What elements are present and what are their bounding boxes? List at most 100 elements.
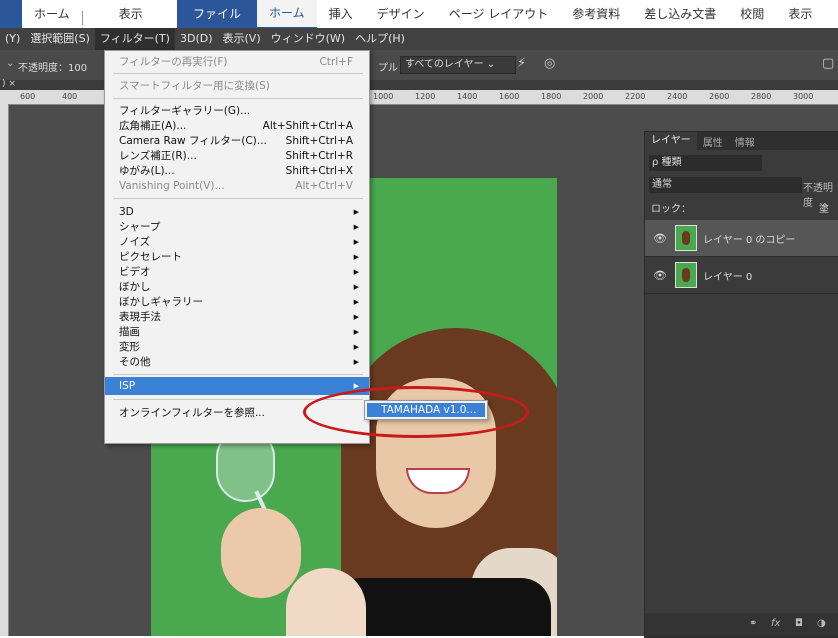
menu-item-liquify[interactable]: ゆがみ(L)... Shift+Ctrl+X (105, 165, 369, 178)
menu-item-vanishing-point[interactable]: Vanishing Point(V)... Alt+Ctrl+V (105, 180, 369, 193)
ribbon-tab-insert[interactable]: 挿入 (317, 0, 365, 28)
menu-item-sharpen[interactable]: シャープ ▶ (105, 221, 369, 234)
blend-mode-select[interactable]: 通常 (649, 177, 802, 193)
brush-icon[interactable]: ⚡ (517, 56, 526, 71)
ribbon-tab-home[interactable]: ホーム (22, 0, 82, 28)
menu-item-label: その他 (119, 356, 151, 368)
menu-item-camera-raw[interactable]: Camera Raw フィルター(C)... Shift+Ctrl+A (105, 135, 369, 148)
menu-item-distort[interactable]: 変形 ▶ (105, 341, 369, 354)
menu-item-label: フィルターギャラリー(G)... (119, 105, 251, 117)
layer-thumbnail (675, 225, 697, 251)
menu-item-label: 3D (119, 206, 134, 218)
ribbon-tab-review[interactable]: 校閲 (728, 0, 776, 28)
menu-separator (113, 374, 363, 375)
adjustment-icon[interactable]: ◑ (817, 618, 826, 629)
mask-icon[interactable]: ◘ (795, 618, 803, 629)
ruler-tick: 1400 (457, 92, 478, 101)
ruler-tick: 600 (20, 92, 36, 101)
photo-hand (221, 508, 301, 598)
workspace-icon[interactable]: ▢ (822, 56, 834, 71)
ribbon-tab-design[interactable]: デザイン (365, 0, 437, 28)
filter-menu: フィルターの再実行(F) Ctrl+F スマートフィルター用に変換(S) フィル… (104, 50, 370, 444)
document-tab-close[interactable]: ) × (2, 79, 16, 89)
layer-filter-row: ρ 種類 (645, 154, 838, 172)
vertical-ruler (0, 104, 9, 636)
menu-item-shortcut: Alt+Shift+Ctrl+A (262, 120, 353, 132)
menu-item-lens-correction[interactable]: レンズ補正(R)... Shift+Ctrl+R (105, 150, 369, 163)
layers-panel-tabs: レイヤー 属性 情報 (645, 132, 838, 150)
menu-item-noise[interactable]: ノイズ ▶ (105, 236, 369, 249)
menu-item-other[interactable]: その他 ▶ (105, 356, 369, 369)
fill-label[interactable]: 塗 (819, 200, 829, 215)
menu-window[interactable]: ウィンドウ(W) (266, 28, 350, 50)
fx-icon[interactable]: fx (771, 618, 780, 629)
menu-item-label: 描画 (119, 326, 140, 338)
tab-layers[interactable]: レイヤー (645, 132, 697, 150)
pressure-icon[interactable]: ◎ (544, 56, 555, 71)
opacity-label[interactable]: 不透明度：100 (18, 59, 87, 74)
ruler-tick: 1800 (541, 92, 562, 101)
layer-row-copy[interactable]: 👁 レイヤー 0 のコピー (645, 220, 838, 257)
menu-select[interactable]: 選択範囲(S) (25, 28, 95, 50)
menu-view[interactable]: 表示(V) (218, 28, 266, 50)
menu-item-blur[interactable]: ぼかし ▶ (105, 281, 369, 294)
layers-panel: レイヤー 属性 情報 ρ 種類 通常 不透明度 ロック： 塗 👁 レイヤー 0 … (644, 131, 838, 638)
eye-icon[interactable]: 👁 (651, 232, 669, 245)
layers-footer: ⚭ fx ◘ ◑ (645, 613, 838, 637)
menu-3d[interactable]: 3D(D) (175, 28, 218, 50)
menu-filter[interactable]: フィルター(T) (94, 28, 175, 50)
menu-item-filter-gallery[interactable]: フィルターギャラリー(G)... (105, 105, 369, 118)
menu-item-label: ビデオ (119, 266, 151, 278)
submenu-arrow-icon: ▶ (353, 298, 359, 306)
ruler-tick: 2400 (667, 92, 688, 101)
ribbon-tab-mailings[interactable]: 差し込み文書 (632, 0, 728, 28)
menu-item-isp[interactable]: ISP ▶ (105, 377, 369, 395)
sample-layers-value: すべてのレイヤー (405, 59, 484, 70)
ribbon-accent (0, 0, 22, 28)
menu-item-video[interactable]: ビデオ ▶ (105, 266, 369, 279)
submenu-arrow-icon: ▶ (353, 343, 359, 351)
menu-item-pixelate[interactable]: ピクセレート ▶ (105, 251, 369, 264)
menu-item-render[interactable]: 描画 ▶ (105, 326, 369, 339)
word-ribbon: ホーム 表示 ファイル ホーム 挿入 デザイン ページ レイアウト 参考資料 差… (0, 0, 838, 29)
menu-item-repeat-filter[interactable]: フィルターの再実行(F) Ctrl+F (105, 56, 369, 69)
menu-item-adaptive-wide-angle[interactable]: 広角補正(A)... Alt+Shift+Ctrl+A (105, 120, 369, 133)
eye-icon[interactable]: 👁 (651, 269, 669, 282)
chevron-down-icon[interactable]: ⌄ (6, 58, 14, 69)
menu-item-blur-gallery[interactable]: ぼかしギャラリー ▶ (105, 296, 369, 309)
menu-type[interactable]: (Y) (0, 28, 25, 50)
menu-item-3d[interactable]: 3D ▶ (105, 206, 369, 219)
ruler-tick: 2000 (583, 92, 604, 101)
menu-separator (113, 98, 363, 99)
menu-item-label: 変形 (119, 341, 140, 353)
lock-label: ロック： (651, 204, 691, 215)
menu-item-smart-filter[interactable]: スマートフィルター用に変換(S) (105, 80, 369, 93)
ribbon-tab-layout[interactable]: ページ レイアウト (437, 0, 561, 28)
menu-item-shortcut: Alt+Ctrl+V (295, 180, 353, 192)
tab-properties[interactable]: 属性 (697, 134, 729, 149)
menu-item-shortcut: Shift+Ctrl+A (285, 135, 353, 147)
ruler-tick: 3000 (793, 92, 814, 101)
ribbon-tab-view[interactable]: 表示 (107, 0, 155, 28)
menu-item-label: ノイズ (119, 236, 151, 248)
menu-item-label: ぼかしギャラリー (119, 296, 203, 308)
ribbon-tab-file[interactable]: ファイル (177, 0, 258, 28)
ribbon-separator (81, 10, 107, 25)
highlight-ellipse (303, 386, 529, 438)
blend-row: 通常 不透明度 (645, 176, 838, 209)
ribbon-tab-references[interactable]: 参考資料 (560, 0, 632, 28)
menu-item-label: ゆがみ(L)... (119, 165, 175, 177)
layer-kind-select[interactable]: ρ 種類 (649, 155, 762, 171)
submenu-arrow-icon: ▶ (353, 313, 359, 321)
layer-row-0[interactable]: 👁 レイヤー 0 (645, 257, 838, 294)
tab-info[interactable]: 情報 (729, 134, 761, 149)
menu-item-label: シャープ (119, 221, 161, 233)
link-icon[interactable]: ⚭ (749, 618, 757, 629)
layer-name: レイヤー 0 (703, 271, 753, 283)
menu-item-stylize[interactable]: 表現手法 ▶ (105, 311, 369, 324)
sample-layers-select[interactable]: すべてのレイヤー ⌄ (400, 56, 516, 74)
ribbon-tab-home-active[interactable]: ホーム (257, 0, 317, 29)
menu-help[interactable]: ヘルプ(H) (350, 28, 410, 50)
submenu-arrow-icon: ▶ (353, 238, 359, 246)
ribbon-tab-view2[interactable]: 表示 (776, 0, 824, 28)
